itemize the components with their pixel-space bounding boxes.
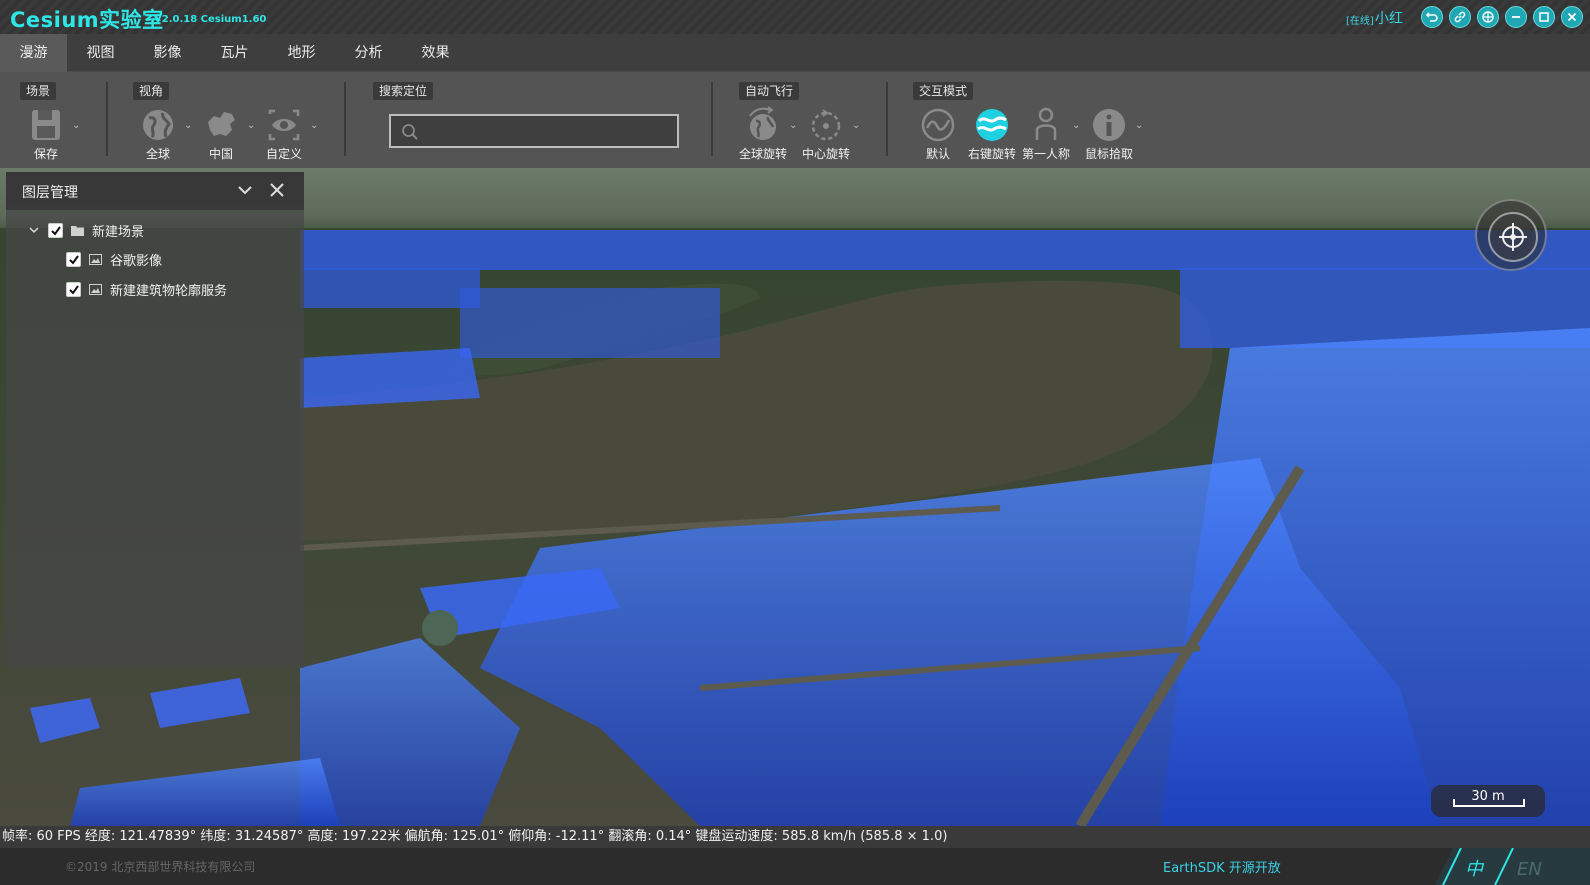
center-rotate-icon (811, 109, 841, 141)
divider (886, 82, 888, 156)
earthsdk-link[interactable]: EarthSDK 开源开放 (1163, 857, 1281, 876)
tab-view[interactable]: 视图 (67, 34, 134, 72)
checkbox[interactable] (66, 251, 81, 267)
mouse-pick-button[interactable]: 鼠标拾取 ⌄ (1079, 106, 1143, 162)
save-icon (32, 110, 60, 140)
divider (711, 82, 713, 156)
tab-analysis[interactable]: 分析 (335, 34, 402, 72)
tree-label: 新建建筑物轮廓服务 (110, 283, 228, 299)
chevron-down-icon[interactable] (236, 181, 254, 199)
app-title: Cesium实验室 (10, 8, 164, 32)
folder-icon (71, 225, 84, 236)
language-switcher[interactable]: 中 EN (1435, 848, 1590, 885)
search-icon (402, 124, 418, 140)
tab-tiles[interactable]: 瓦片 (201, 34, 268, 72)
close-icon[interactable] (268, 181, 286, 199)
chevron-down-icon: ⌄ (72, 120, 81, 131)
mouse-pick-label: 鼠标拾取 (1084, 147, 1133, 161)
person-icon (1035, 107, 1057, 140)
globe-icon[interactable] (1477, 6, 1499, 28)
tree-label: 新建场景 (92, 224, 145, 240)
first-person-label: 第一人称 (1021, 147, 1070, 161)
chevron-down-icon: ⌄ (1135, 120, 1144, 131)
info-icon (1093, 109, 1125, 141)
default-mode-label: 默认 (925, 147, 950, 161)
tree-node-scene[interactable]: 新建场景 (28, 220, 144, 240)
save-button[interactable]: 保存 ⌄ (16, 106, 80, 162)
group-label-search: 搜索定位 (373, 82, 434, 100)
scale-ruler (1453, 799, 1525, 807)
group-label-autofly: 自动飞行 (739, 82, 800, 100)
globe-view-button[interactable]: 全球 ⌄ (128, 106, 192, 162)
custom-view-button[interactable]: 自定义 ⌄ (254, 106, 318, 162)
search-input[interactable] (427, 120, 672, 142)
search-box[interactable] (389, 114, 679, 148)
chevron-down-icon: ⌄ (852, 120, 861, 131)
user-status: [在线] (1346, 16, 1374, 27)
center-rotate-label: 中心旋转 (801, 147, 850, 161)
checkbox[interactable] (66, 281, 81, 297)
menu-bar: 漫游 视图 影像 瓦片 地形 分析 效果 (0, 34, 1590, 72)
image-icon (89, 253, 102, 265)
status-bar: 帧率: 60 FPS 经度: 121.47839° 纬度: 31.24587° … (0, 826, 1590, 848)
tab-effects[interactable]: 效果 (402, 34, 469, 72)
layer-panel-title: 图层管理 (22, 185, 78, 201)
close-icon[interactable] (1561, 6, 1583, 28)
lang-en[interactable]: EN (1517, 859, 1542, 880)
group-label-scene: 场景 (20, 82, 57, 100)
tab-roam[interactable]: 漫游 (0, 34, 67, 72)
globe-label: 全球 (145, 147, 170, 161)
globe-icon (143, 110, 173, 140)
user-name[interactable]: 小红 (1375, 8, 1403, 28)
undo-icon[interactable] (1421, 6, 1443, 28)
group-label-interaction: 交互模式 (913, 82, 974, 100)
copyright: ©2019 北京西部世界科技有限公司 (65, 860, 256, 874)
eye-icon (268, 109, 300, 141)
china-map-icon (208, 112, 235, 136)
window-controls (1421, 6, 1583, 28)
tree-label: 谷歌影像 (110, 253, 163, 269)
global-rotate-label: 全球旋转 (738, 147, 787, 161)
default-mode-button[interactable]: 默认 (908, 106, 968, 162)
checkbox[interactable] (48, 222, 63, 238)
global-rotate-button[interactable]: 全球旋转 ⌄ (733, 106, 797, 162)
layer-panel: 图层管理 新建场景 谷歌影像 新建建筑物轮廓服务 (6, 172, 304, 668)
link-icon[interactable] (1449, 6, 1471, 28)
footer: ©2019 北京西部世界科技有限公司 EarthSDK 开源开放 中 EN (0, 848, 1590, 885)
divider (106, 82, 108, 156)
custom-label: 自定义 (265, 147, 302, 161)
lang-zh[interactable]: 中 (1465, 859, 1485, 880)
tab-imagery[interactable]: 影像 (134, 34, 201, 72)
default-mode-icon (921, 108, 955, 142)
right-rotate-icon (976, 109, 1008, 141)
globe-rotate-icon (749, 106, 776, 140)
navigation-compass[interactable] (1475, 199, 1547, 271)
tab-terrain[interactable]: 地形 (268, 34, 335, 72)
china-label: 中国 (208, 147, 233, 161)
tree-node-layer[interactable]: 新建建筑物轮廓服务 (66, 279, 227, 299)
maximize-icon[interactable] (1533, 6, 1555, 28)
app-version: V2.0.18 Cesium1.60 (154, 14, 267, 25)
divider (344, 82, 346, 156)
chevron-down-icon: ⌄ (310, 120, 319, 131)
image-icon (89, 283, 102, 295)
tree-node-layer[interactable]: 谷歌影像 (66, 249, 162, 269)
compass-icon (1488, 212, 1538, 262)
right-rotate-label: 右键旋转 (967, 147, 1016, 161)
chevron-down-icon[interactable] (28, 224, 40, 236)
ribbon-toolbar: 场景 保存 ⌄ 视角 全球 ⌄ 中国 ⌄ 自定义 ⌄ 搜索定位 自动飞行 全球旋… (0, 72, 1590, 168)
center-rotate-button[interactable]: 中心旋转 ⌄ (796, 106, 860, 162)
first-person-button[interactable]: 第一人称 ⌄ (1016, 106, 1080, 162)
save-label: 保存 (33, 147, 58, 161)
right-rotate-button[interactable]: 右键旋转 (962, 106, 1022, 162)
layer-panel-header: 图层管理 (6, 172, 304, 210)
minimize-icon[interactable] (1505, 6, 1527, 28)
scale-bar: 30 m (1431, 785, 1545, 817)
title-bar: Cesium实验室 V2.0.18 Cesium1.60 [在线] 小红 (0, 0, 1590, 34)
china-view-button[interactable]: 中国 ⌄ (191, 106, 255, 162)
group-label-view: 视角 (133, 82, 170, 100)
